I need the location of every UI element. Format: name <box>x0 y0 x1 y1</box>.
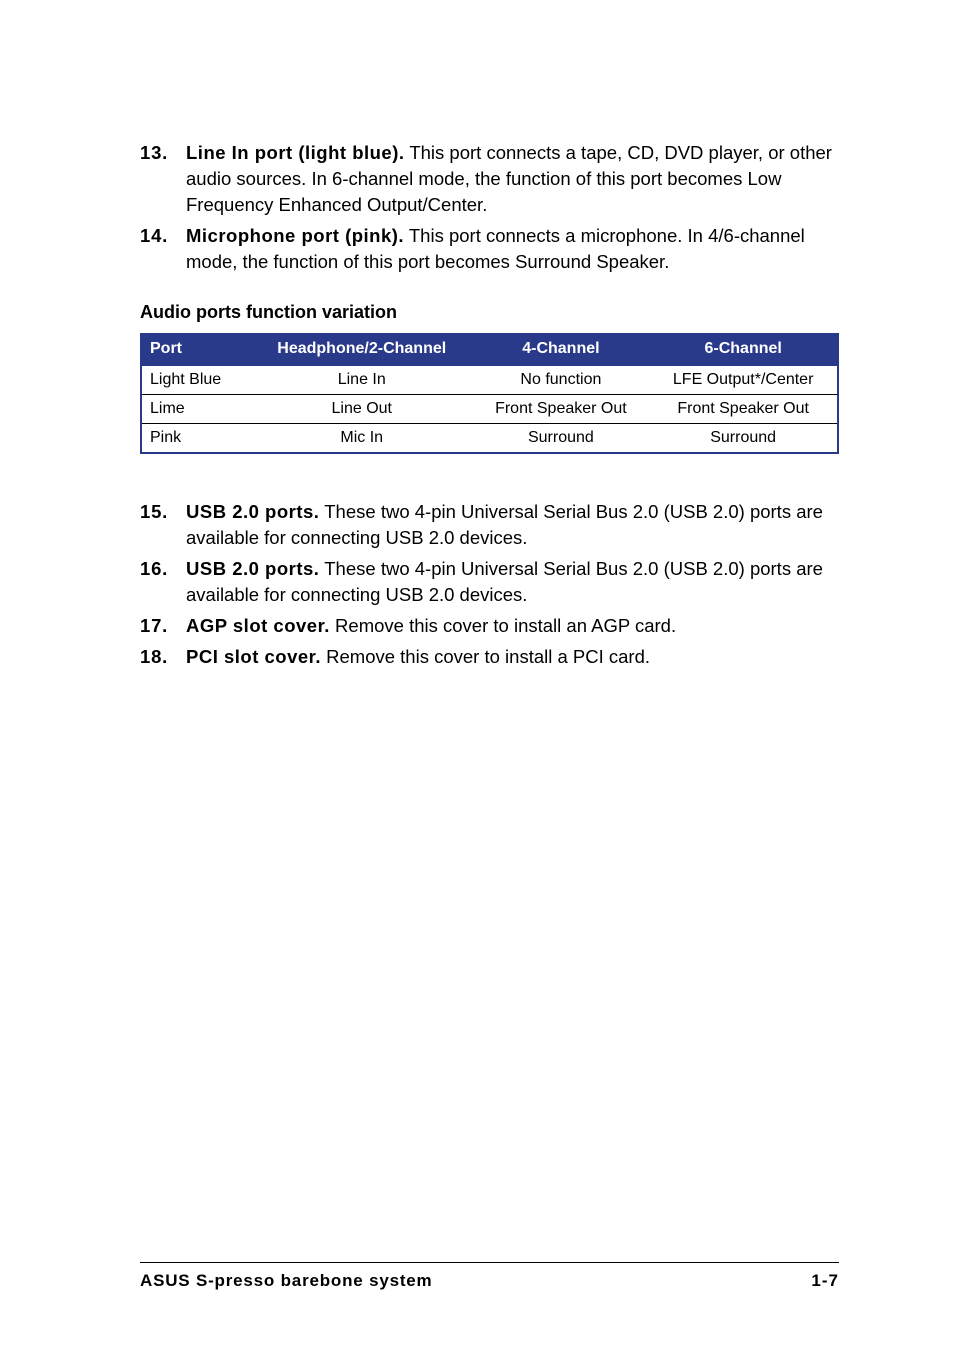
item-label: Line In port (light blue). <box>186 142 405 163</box>
item-label: PCI slot cover. <box>186 646 321 667</box>
table-cell: Mic In <box>251 424 472 454</box>
table-cell: LFE Output*/Center <box>649 366 838 395</box>
list-item: 14.Microphone port (pink). This port con… <box>140 223 839 275</box>
table-header-cell: Headphone/2-Channel <box>251 334 472 366</box>
table-cell: Line Out <box>251 395 472 424</box>
list-item: 15.USB 2.0 ports. These two 4-pin Univer… <box>140 499 839 551</box>
table-cell: Line In <box>251 366 472 395</box>
item-number: 15. <box>140 499 186 551</box>
item-text: USB 2.0 ports. These two 4-pin Universal… <box>186 556 839 608</box>
item-text: PCI slot cover. Remove this cover to ins… <box>186 644 839 670</box>
table-row: PinkMic InSurroundSurround <box>141 424 838 454</box>
item-number: 17. <box>140 613 186 639</box>
item-text: AGP slot cover. Remove this cover to ins… <box>186 613 839 639</box>
spacer <box>140 454 839 499</box>
audio-ports-table: PortHeadphone/2-Channel4-Channel6-Channe… <box>140 333 839 454</box>
list-item: 18.PCI slot cover. Remove this cover to … <box>140 644 839 670</box>
table-header-cell: 4-Channel <box>472 334 649 366</box>
table-row: Light BlueLine InNo functionLFE Output*/… <box>141 366 838 395</box>
table-cell: Front Speaker Out <box>649 395 838 424</box>
item-label: USB 2.0 ports. <box>186 558 319 579</box>
top-list: 13.Line In port (light blue). This port … <box>140 140 839 274</box>
item-number: 18. <box>140 644 186 670</box>
table-cell: Front Speaker Out <box>472 395 649 424</box>
item-label: USB 2.0 ports. <box>186 501 319 522</box>
item-description: Remove this cover to install a PCI card. <box>321 646 650 667</box>
table-cell: No function <box>472 366 649 395</box>
item-label: Microphone port (pink). <box>186 225 404 246</box>
item-text: Microphone port (pink). This port connec… <box>186 223 839 275</box>
table-cell: Surround <box>472 424 649 454</box>
item-text: Line In port (light blue). This port con… <box>186 140 839 218</box>
item-number: 16. <box>140 556 186 608</box>
item-number: 13. <box>140 140 186 218</box>
footer-page-number: 1-7 <box>811 1271 839 1291</box>
list-item: 13.Line In port (light blue). This port … <box>140 140 839 218</box>
bottom-list: 15.USB 2.0 ports. These two 4-pin Univer… <box>140 499 839 669</box>
table-cell: Pink <box>141 424 251 454</box>
item-label: AGP slot cover. <box>186 615 330 636</box>
table-cell: Surround <box>649 424 838 454</box>
table-header-cell: 6-Channel <box>649 334 838 366</box>
table-heading: Audio ports function variation <box>140 302 839 323</box>
item-description: Remove this cover to install an AGP card… <box>330 615 676 636</box>
item-number: 14. <box>140 223 186 275</box>
list-item: 17.AGP slot cover. Remove this cover to … <box>140 613 839 639</box>
list-item: 16.USB 2.0 ports. These two 4-pin Univer… <box>140 556 839 608</box>
table-header-cell: Port <box>141 334 251 366</box>
table-cell: Light Blue <box>141 366 251 395</box>
table-cell: Lime <box>141 395 251 424</box>
table-row: LimeLine OutFront Speaker OutFront Speak… <box>141 395 838 424</box>
item-text: USB 2.0 ports. These two 4-pin Universal… <box>186 499 839 551</box>
page-footer: ASUS S-presso barebone system 1-7 <box>140 1262 839 1291</box>
footer-product-name: ASUS S-presso barebone system <box>140 1271 432 1291</box>
